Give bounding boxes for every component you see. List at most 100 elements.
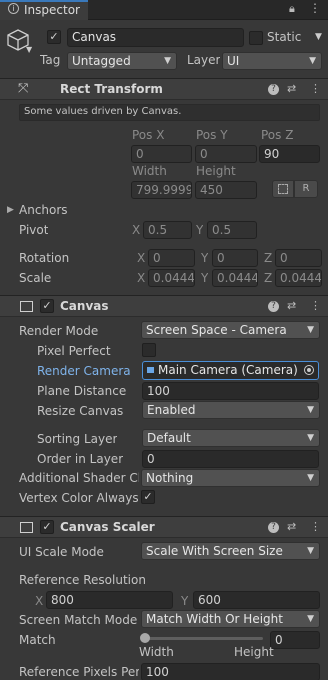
static-dropdown-icon[interactable]: ▼ bbox=[315, 32, 322, 42]
plane-distance-field[interactable]: 100 bbox=[142, 382, 319, 400]
layer-dropdown[interactable]: UI ▼ bbox=[222, 52, 322, 70]
rotation-label: Rotation bbox=[19, 251, 70, 265]
shader-channels-value: Nothing bbox=[146, 471, 194, 485]
blueprint-icon bbox=[278, 184, 288, 194]
canvas-scaler-enabled-checkbox[interactable]: ✓ bbox=[40, 520, 54, 534]
tab-inspector[interactable]: i Inspector bbox=[0, 0, 88, 20]
menu-icon[interactable]: ⋮ bbox=[310, 520, 321, 533]
chevron-down-icon: ▼ bbox=[307, 473, 314, 483]
canvas-header[interactable]: ✓ Canvas ? ⇄ ⋮ bbox=[0, 295, 328, 317]
active-checkbox[interactable]: ✓ bbox=[47, 30, 61, 44]
width-label: Width bbox=[132, 164, 167, 178]
reference-pixels-field[interactable]: 100 bbox=[141, 663, 320, 680]
help-icon[interactable]: ? bbox=[268, 522, 279, 533]
presets-icon[interactable]: ⇄ bbox=[287, 82, 296, 95]
render-camera-field[interactable]: Main Camera (Camera) bbox=[142, 361, 319, 380]
reference-y-field[interactable]: 600 bbox=[193, 591, 320, 609]
render-camera-value: Main Camera (Camera) bbox=[158, 363, 298, 377]
ui-scale-mode-dropdown[interactable]: Scale With Screen Size ▼ bbox=[141, 542, 320, 560]
pivot-y-axis: Y bbox=[196, 223, 204, 237]
width-field[interactable]: 799.9999 bbox=[131, 181, 192, 199]
order-in-layer-label: Order in Layer bbox=[37, 452, 124, 466]
object-picker-icon[interactable] bbox=[304, 365, 314, 375]
presets-icon[interactable]: ⇄ bbox=[287, 520, 296, 533]
anchors-label[interactable]: Anchors bbox=[19, 203, 68, 217]
chevron-down-icon[interactable]: ▼ bbox=[26, 45, 32, 54]
scale-z-field[interactable]: 0.0444 bbox=[275, 269, 322, 287]
render-mode-dropdown[interactable]: Screen Space - Camera ▼ bbox=[141, 321, 320, 339]
menu-icon[interactable]: ⋮ bbox=[310, 299, 321, 312]
match-slider-track[interactable] bbox=[145, 637, 263, 640]
rot-z-field[interactable]: 0 bbox=[275, 249, 322, 267]
info-icon: i bbox=[8, 3, 19, 14]
pixel-perfect-checkbox[interactable] bbox=[142, 343, 156, 357]
object-name-field[interactable]: Canvas bbox=[67, 28, 244, 47]
sorting-layer-dropdown[interactable]: Default ▼ bbox=[142, 429, 320, 447]
match-height-label: Height bbox=[234, 645, 274, 659]
resize-canvas-dropdown[interactable]: Enabled ▼ bbox=[142, 401, 320, 419]
vertex-color-checkbox[interactable]: ✓ bbox=[141, 490, 155, 504]
pivot-y-field[interactable]: 0.5 bbox=[207, 221, 257, 239]
rot-y-axis: Y bbox=[201, 251, 209, 265]
ui-scale-mode-value: Scale With Screen Size bbox=[146, 544, 283, 558]
driven-note-text: Some values driven by Canvas. bbox=[24, 106, 182, 117]
raw-edit-label: R bbox=[302, 183, 310, 194]
ref-y-axis: Y bbox=[181, 594, 189, 608]
rot-y-field[interactable]: 0 bbox=[212, 249, 258, 267]
chevron-down-icon: ▼ bbox=[164, 56, 171, 66]
scale-y-axis: Y bbox=[201, 271, 209, 285]
scale-y-field[interactable]: 0.0444 bbox=[212, 269, 258, 287]
canvas-enabled-checkbox[interactable]: ✓ bbox=[40, 299, 54, 313]
screen-match-mode-value: Match Width Or Height bbox=[146, 612, 283, 626]
height-field[interactable]: 450 bbox=[195, 181, 257, 199]
ui-scale-mode-label: UI Scale Mode bbox=[19, 545, 104, 559]
match-value-field[interactable]: 0 bbox=[270, 631, 320, 649]
canvas-scaler-icon bbox=[20, 522, 33, 533]
pos-y-field[interactable]: 0 bbox=[195, 145, 257, 163]
raw-edit-button[interactable]: R bbox=[294, 180, 318, 198]
tag-label: Tag bbox=[40, 53, 61, 67]
rect-transform-header[interactable]: ⤧ Rect Transform ? ⇄ ⋮ bbox=[0, 78, 328, 100]
pivot-x-axis: X bbox=[132, 223, 141, 237]
pivot-x-field[interactable]: 0.5 bbox=[143, 221, 192, 239]
reference-pixels-label: Reference Pixels Per bbox=[19, 665, 139, 679]
blueprint-mode-button[interactable] bbox=[272, 180, 294, 198]
canvas-scaler-title: Canvas Scaler bbox=[60, 520, 155, 534]
rot-x-field[interactable]: 0 bbox=[148, 249, 195, 267]
help-icon[interactable]: ? bbox=[268, 84, 279, 95]
pivot-label: Pivot bbox=[19, 223, 49, 237]
help-icon[interactable]: ? bbox=[268, 301, 279, 312]
resize-canvas-value: Enabled bbox=[147, 403, 196, 417]
static-checkbox[interactable] bbox=[249, 31, 263, 45]
screen-match-mode-label: Screen Match Mode bbox=[19, 613, 138, 627]
rot-x-axis: X bbox=[137, 251, 146, 265]
chevron-down-icon: ▼ bbox=[309, 56, 316, 66]
shader-channels-dropdown[interactable]: Nothing ▼ bbox=[141, 469, 320, 487]
menu-icon[interactable]: ⋮ bbox=[309, 1, 321, 15]
tag-dropdown[interactable]: Untagged ▼ bbox=[67, 52, 177, 70]
screen-match-mode-dropdown[interactable]: Match Width Or Height ▼ bbox=[141, 610, 320, 628]
canvas-component-icon bbox=[20, 301, 33, 312]
menu-icon[interactable]: ⋮ bbox=[310, 82, 321, 95]
scale-x-axis: X bbox=[137, 271, 146, 285]
presets-icon[interactable]: ⇄ bbox=[287, 299, 296, 312]
render-camera-label: Render Camera bbox=[37, 364, 131, 378]
layer-label: Layer bbox=[187, 53, 221, 67]
sorting-layer-value: Default bbox=[147, 431, 191, 445]
pos-x-label: Pos X bbox=[132, 128, 165, 142]
chevron-down-icon: ▼ bbox=[307, 614, 314, 624]
driven-note: Some values driven by Canvas. bbox=[19, 104, 320, 121]
pos-x-field[interactable]: 0 bbox=[131, 145, 192, 163]
chevron-down-icon: ▼ bbox=[307, 433, 314, 443]
order-in-layer-field[interactable]: 0 bbox=[142, 450, 319, 468]
pos-z-field[interactable]: 90 bbox=[259, 145, 320, 163]
match-label: Match bbox=[19, 633, 56, 647]
anchors-foldout-icon[interactable]: ▶ bbox=[7, 205, 14, 215]
height-label: Height bbox=[196, 164, 236, 178]
sorting-layer-label: Sorting Layer bbox=[37, 432, 118, 446]
match-slider-handle[interactable] bbox=[140, 633, 150, 643]
scale-x-field[interactable]: 0.0444 bbox=[148, 269, 195, 287]
lock-icon[interactable]: 🔒︎ bbox=[289, 2, 295, 16]
reference-x-field[interactable]: 800 bbox=[46, 591, 173, 609]
canvas-scaler-header[interactable]: ✓ Canvas Scaler ? ⇄ ⋮ bbox=[0, 516, 328, 538]
